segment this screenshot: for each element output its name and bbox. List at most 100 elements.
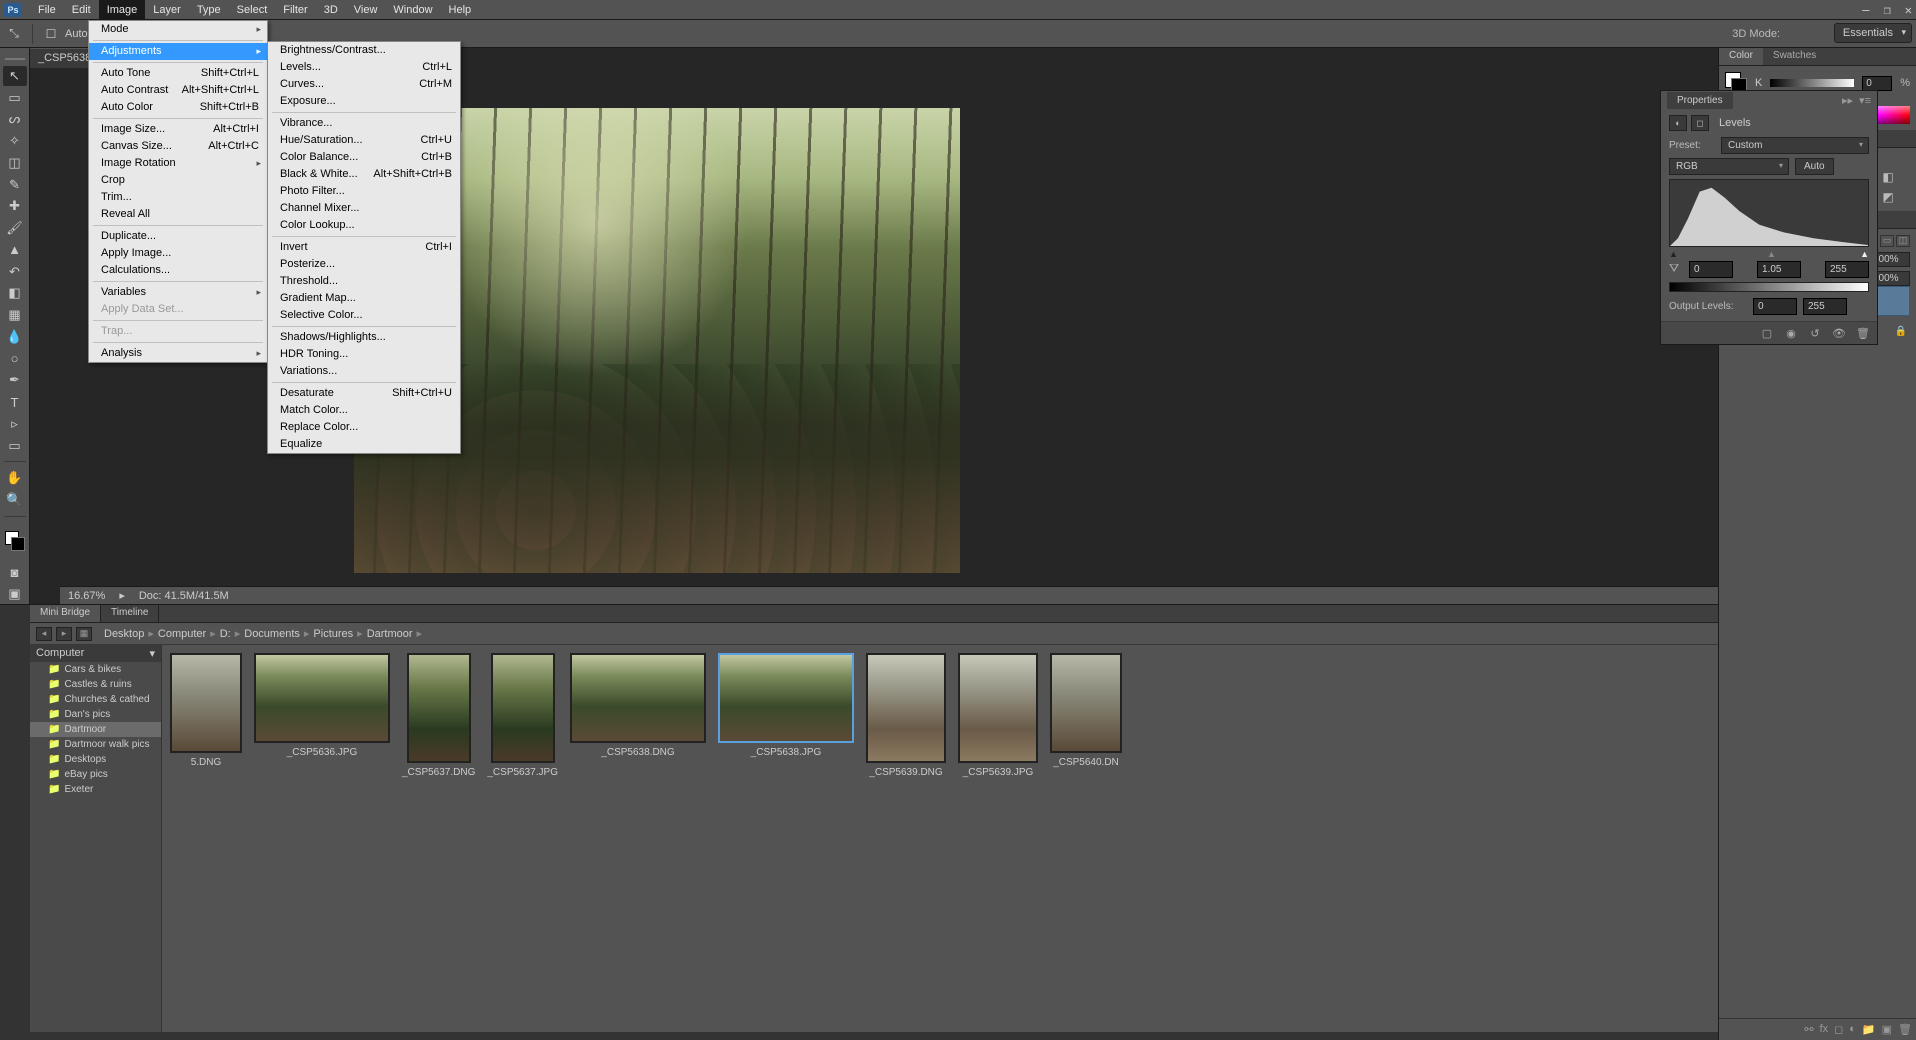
folder-item[interactable]: Castles & ruins: [30, 677, 161, 692]
blur-tool[interactable]: 💧: [3, 327, 27, 347]
output-black-field[interactable]: [1753, 298, 1797, 315]
menu-item[interactable]: Shadows/Highlights...: [268, 329, 460, 346]
adj-bw-icon[interactable]: ◧: [1879, 169, 1897, 185]
menu-item[interactable]: Analysis: [89, 345, 267, 362]
adj-selectivecolor-icon[interactable]: ◩: [1879, 189, 1897, 205]
folder-tree-header[interactable]: Computer▾: [30, 645, 161, 662]
visibility-icon[interactable]: 👁: [1831, 326, 1847, 340]
maximize-button[interactable]: ❐: [1884, 3, 1891, 17]
menu-item[interactable]: HDR Toning...: [268, 346, 460, 363]
menu-layer[interactable]: Layer: [145, 0, 189, 20]
panel-menu-icon[interactable]: ▾≡: [1859, 94, 1871, 107]
menu-item[interactable]: Adjustments: [89, 43, 267, 60]
k-value-field[interactable]: [1862, 76, 1892, 91]
thumbnail-item[interactable]: _CSP5640.DN: [1050, 653, 1122, 768]
shape-tool[interactable]: ▭: [3, 436, 27, 456]
menu-item[interactable]: Reveal All: [89, 206, 267, 223]
gradient-tool[interactable]: ▦: [3, 305, 27, 325]
breadcrumb-item[interactable]: Desktop: [104, 628, 144, 640]
folder-item[interactable]: Desktops: [30, 752, 161, 767]
delete-icon[interactable]: 🗑: [1855, 326, 1871, 340]
menu-item[interactable]: Variations...: [268, 363, 460, 380]
menu-item[interactable]: Exposure...: [268, 93, 460, 110]
breadcrumb-item[interactable]: Pictures: [313, 628, 353, 640]
folder-item[interactable]: eBay pics: [30, 767, 161, 782]
preset-select[interactable]: Custom: [1721, 137, 1869, 154]
menu-type[interactable]: Type: [189, 0, 229, 20]
layer-mask-icon[interactable]: ◻: [1834, 1023, 1843, 1036]
panel-collapse-icon[interactable]: ▸▸: [1842, 94, 1853, 107]
menu-item[interactable]: Posterize...: [268, 256, 460, 273]
menu-item[interactable]: Match Color...: [268, 402, 460, 419]
thumbnail-item[interactable]: _CSP5637.JPG: [487, 653, 558, 778]
menu-item[interactable]: Calculations...: [89, 262, 267, 279]
path-select-tool[interactable]: ▹: [3, 414, 27, 434]
menu-item[interactable]: Crop: [89, 172, 267, 189]
hand-tool[interactable]: ✋: [3, 468, 27, 488]
menu-file[interactable]: File: [30, 0, 64, 20]
output-gradient[interactable]: [1669, 282, 1869, 292]
folder-item[interactable]: Dan's pics: [30, 707, 161, 722]
lasso-tool[interactable]: ᔕ: [3, 109, 27, 129]
crop-tool[interactable]: ◫: [3, 153, 27, 173]
folder-item[interactable]: Dartmoor: [30, 722, 161, 737]
menu-item[interactable]: Auto ColorShift+Ctrl+B: [89, 99, 267, 116]
layer-fx-icon[interactable]: fx: [1820, 1023, 1829, 1036]
menu-item[interactable]: Canvas Size...Alt+Ctrl+C: [89, 138, 267, 155]
close-button[interactable]: ✕: [1905, 3, 1912, 17]
menu-help[interactable]: Help: [441, 0, 480, 20]
menu-view[interactable]: View: [346, 0, 386, 20]
filter-shape-icon[interactable]: ▭: [1880, 235, 1894, 247]
menu-item[interactable]: Equalize: [268, 436, 460, 453]
thumbnail-item[interactable]: 5.DNG: [170, 653, 242, 768]
input-white-field[interactable]: [1825, 261, 1869, 278]
menu-item[interactable]: Curves...Ctrl+M: [268, 76, 460, 93]
menu-item[interactable]: Variables: [89, 284, 267, 301]
quickmask-toggle[interactable]: ◙: [3, 563, 27, 583]
type-tool[interactable]: T: [3, 392, 27, 412]
move-tool[interactable]: ↖: [3, 66, 27, 86]
menu-item[interactable]: Photo Filter...: [268, 183, 460, 200]
marquee-tool[interactable]: ▭: [3, 88, 27, 108]
pen-tool[interactable]: ✒: [3, 370, 27, 390]
eraser-tool[interactable]: ◧: [3, 283, 27, 303]
menu-item[interactable]: Levels...Ctrl+L: [268, 59, 460, 76]
output-white-field[interactable]: [1803, 298, 1847, 315]
toolbox-grip[interactable]: [5, 52, 25, 60]
checkbox-icon[interactable]: ☐: [43, 26, 59, 42]
folder-item[interactable]: Exeter: [30, 782, 161, 797]
thumbnail-item[interactable]: _CSP5639.JPG: [958, 653, 1038, 778]
menu-item[interactable]: DesaturateShift+Ctrl+U: [268, 385, 460, 402]
menu-item[interactable]: Trim...: [89, 189, 267, 206]
timeline-tab[interactable]: Timeline: [101, 605, 159, 622]
menu-filter[interactable]: Filter: [275, 0, 315, 20]
adjustment-icon[interactable]: ◐: [1669, 115, 1687, 131]
menu-item[interactable]: InvertCtrl+I: [268, 239, 460, 256]
breadcrumb-item[interactable]: D:: [220, 628, 231, 640]
clip-icon[interactable]: ▢: [1759, 326, 1775, 340]
swatches-tab[interactable]: Swatches: [1763, 48, 1826, 65]
zoom-icon[interactable]: ▸: [119, 589, 125, 602]
properties-tab[interactable]: Properties: [1667, 92, 1733, 109]
healing-brush-tool[interactable]: ✚: [3, 196, 27, 216]
breadcrumb-item[interactable]: Documents: [244, 628, 300, 640]
eyedropper-tool[interactable]: ✎: [3, 175, 27, 195]
magic-wand-tool[interactable]: ✧: [3, 131, 27, 151]
foreground-background-swatch[interactable]: [5, 531, 25, 551]
zoom-tool[interactable]: 🔍: [3, 490, 27, 510]
color-tab[interactable]: Color: [1719, 48, 1763, 65]
link-layers-icon[interactable]: ⚯: [1804, 1023, 1813, 1036]
menu-item[interactable]: Replace Color...: [268, 419, 460, 436]
menu-item[interactable]: Threshold...: [268, 273, 460, 290]
menu-item[interactable]: Selective Color...: [268, 307, 460, 324]
folder-item[interactable]: Churches & cathed: [30, 692, 161, 707]
minimize-button[interactable]: —: [1862, 3, 1869, 17]
menu-item[interactable]: Auto ContrastAlt+Shift+Ctrl+L: [89, 82, 267, 99]
minibridge-tab[interactable]: Mini Bridge: [30, 605, 101, 622]
screenmode-toggle[interactable]: ▣: [3, 584, 27, 604]
k-slider[interactable]: [1770, 79, 1854, 87]
menu-item[interactable]: Vibrance...: [268, 115, 460, 132]
dodge-tool[interactable]: ○: [3, 349, 27, 369]
brush-tool[interactable]: 🖌: [3, 218, 27, 238]
menu-edit[interactable]: Edit: [64, 0, 99, 20]
